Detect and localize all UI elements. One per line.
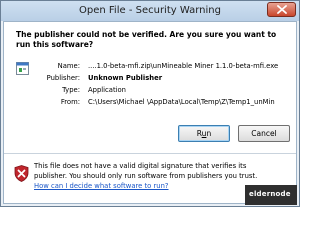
warning-message: The publisher could not be verified. Are…: [16, 30, 277, 49]
eldernode-logo: eldernode: [245, 185, 297, 205]
detail-value-type: Application: [88, 86, 126, 94]
security-warning-dialog: Open File - Security Warning The publish…: [0, 0, 300, 207]
watermark-text: eldernode: [249, 190, 291, 198]
detail-label: Name:: [57, 62, 80, 70]
detail-label: Publisher:: [46, 74, 80, 82]
detail-label: Type:: [62, 86, 80, 94]
close-button[interactable]: [267, 2, 296, 17]
detail-value-from: C:\Users\Michael \AppData\Local\Temp\Z\T…: [88, 98, 275, 106]
detail-label: From:: [60, 98, 80, 106]
detail-row-type: Type: Application: [34, 84, 296, 96]
detail-value-name: ....1.0-beta-mfi.zip\unMineable Miner 1.…: [88, 62, 279, 70]
window-title: Open File - Security Warning: [79, 5, 221, 16]
close-icon: [277, 5, 287, 14]
application-file-icon: [16, 60, 29, 79]
detail-value-publisher: Unknown Publisher: [88, 74, 163, 82]
detail-row-publisher: Publisher: Unknown Publisher: [34, 72, 296, 84]
footer-message: This file does not have a valid digital …: [34, 161, 264, 191]
file-details: Name: ....1.0-beta-mfi.zip\unMineable Mi…: [34, 60, 296, 108]
help-link[interactable]: How can I decide what software to run?: [34, 182, 169, 190]
detail-row-from: From: C:\Users\Michael \AppData\Local\Te…: [34, 96, 296, 108]
signature-warning-text: This file does not have a valid digital …: [34, 162, 258, 180]
title-bar[interactable]: Open File - Security Warning: [1, 1, 299, 21]
security-shield-icon: [14, 165, 29, 186]
detail-row-name: Name: ....1.0-beta-mfi.zip\unMineable Mi…: [34, 60, 296, 72]
run-button-label-end: n: [206, 129, 212, 138]
divider: [4, 153, 296, 154]
run-button[interactable]: Run: [178, 125, 230, 142]
cancel-button[interactable]: Cancel: [238, 125, 290, 142]
dialog-body: The publisher could not be verified. Are…: [3, 21, 297, 204]
